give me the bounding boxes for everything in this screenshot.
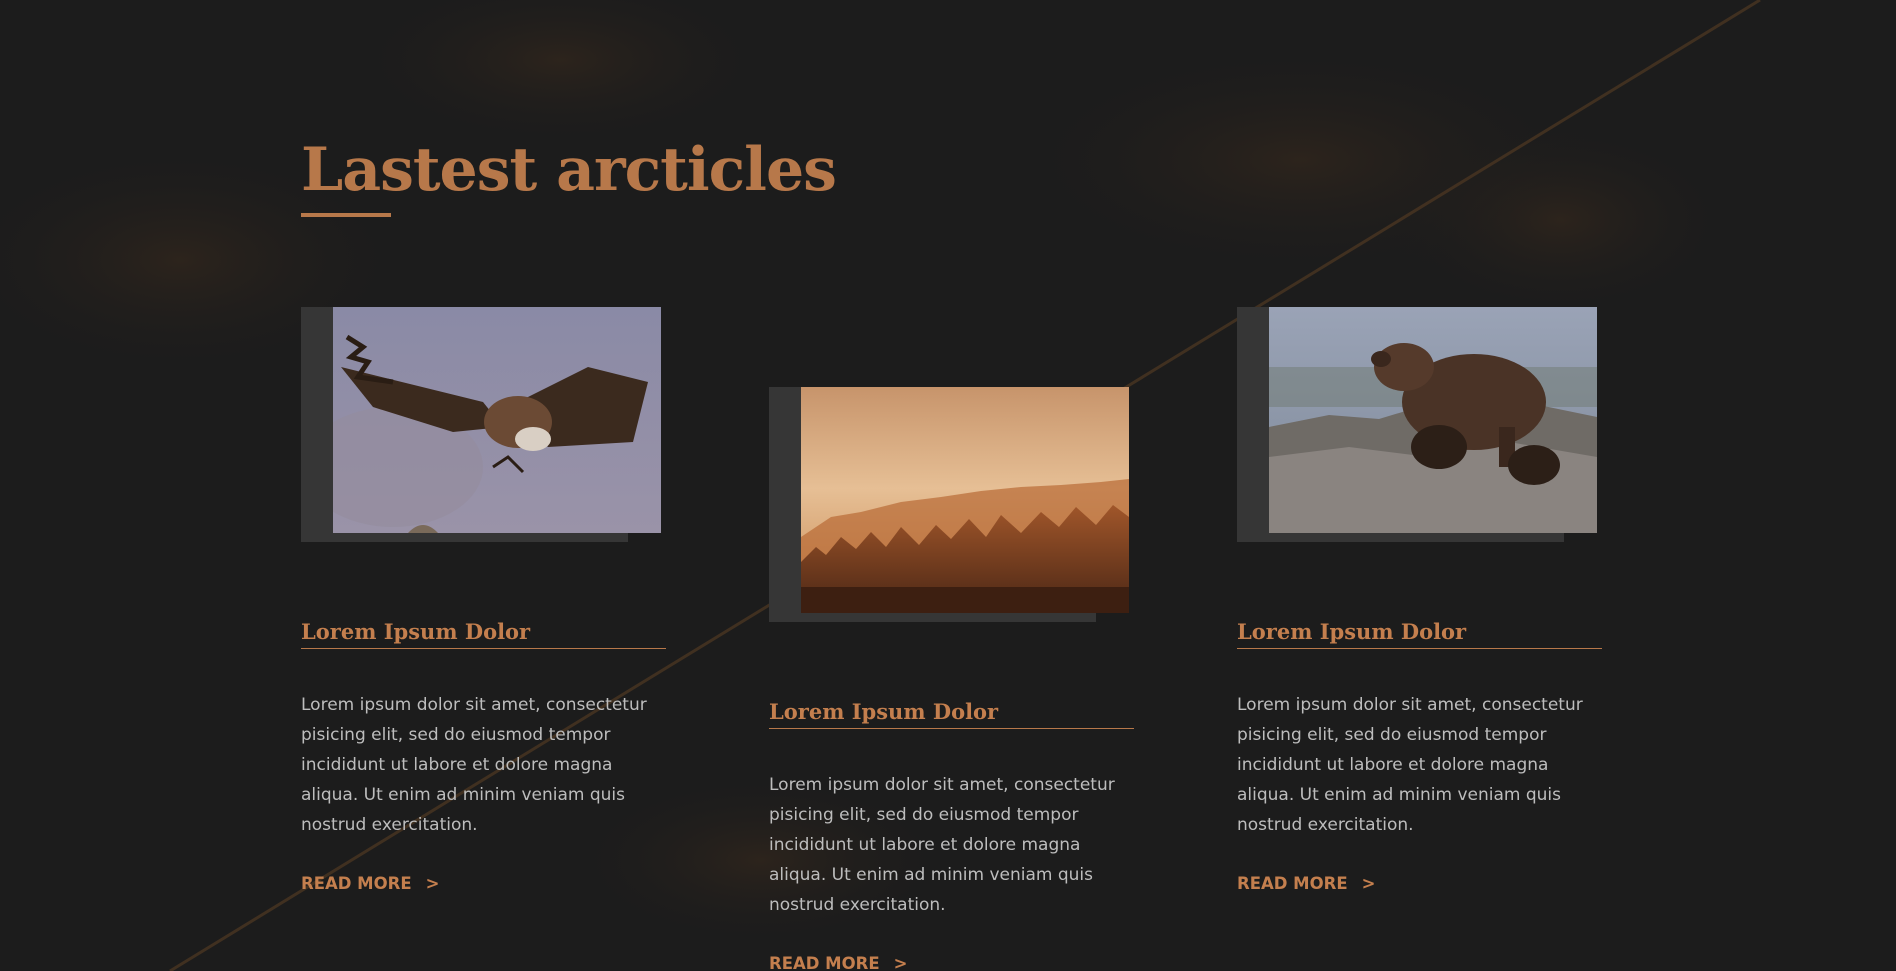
article-title[interactable]: Lorem Ipsum Dolor <box>301 619 530 644</box>
article-title[interactable]: Lorem Ipsum Dolor <box>1237 619 1466 644</box>
bear-photo[interactable] <box>1269 307 1597 533</box>
title-underline <box>301 213 391 217</box>
vulture-photo[interactable] <box>333 307 661 533</box>
title-rule <box>769 728 1134 729</box>
read-more-label: READ MORE <box>769 954 880 971</box>
article-excerpt: Lorem ipsum dolor sit amet, consectetur … <box>769 775 1115 915</box>
read-more-link[interactable]: READ MORE > <box>1237 874 1375 893</box>
title-rule <box>1237 648 1602 649</box>
chevron-right-icon: > <box>1361 874 1376 893</box>
read-more-label: READ MORE <box>1237 874 1348 893</box>
forest-photo[interactable] <box>801 387 1129 613</box>
read-more-link[interactable]: READ MORE > <box>301 874 439 893</box>
chevron-right-icon: > <box>425 874 440 893</box>
article-title[interactable]: Lorem Ipsum Dolor <box>769 699 998 724</box>
read-more-link[interactable]: READ MORE > <box>769 954 907 971</box>
read-more-label: READ MORE <box>301 874 412 893</box>
chevron-right-icon: > <box>893 954 908 971</box>
article-excerpt: Lorem ipsum dolor sit amet, consectetur … <box>1237 695 1583 835</box>
article-excerpt: Lorem ipsum dolor sit amet, consectetur … <box>301 695 647 835</box>
title-rule <box>301 648 666 649</box>
section-title: Lastest arcticles <box>301 135 837 205</box>
